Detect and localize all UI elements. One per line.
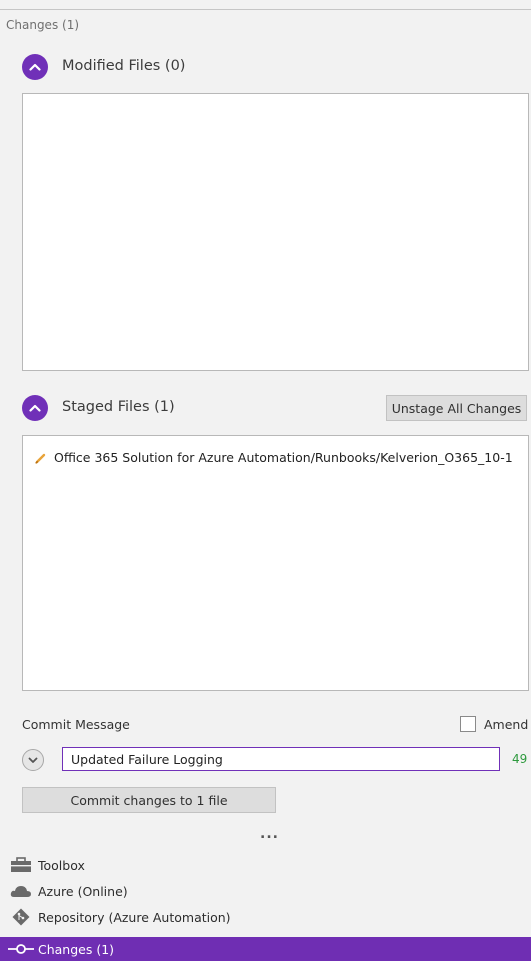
pencil-icon xyxy=(35,452,47,464)
expand-commit-button[interactable] xyxy=(22,749,44,771)
toolbox-icon xyxy=(6,857,36,873)
nav-item-changes[interactable]: Changes (1) xyxy=(0,937,531,961)
commit-icon xyxy=(6,943,36,955)
nav-item-repository[interactable]: Repository (Azure Automation) xyxy=(0,905,531,929)
amend-label: Amend xyxy=(484,717,529,732)
amend-checkbox[interactable] xyxy=(460,716,476,732)
nav-item-toolbox[interactable]: Toolbox xyxy=(0,853,531,877)
staged-files-list[interactable]: Office 365 Solution for Azure Automation… xyxy=(22,435,529,691)
chevron-up-icon xyxy=(29,404,41,412)
remaining-characters: 49 xyxy=(512,752,528,766)
staged-files-title: Staged Files (1) xyxy=(62,399,175,415)
changes-panel: Changes (1) Modified Files (0) Staged Fi… xyxy=(0,0,531,961)
nav-item-azure[interactable]: Azure (Online) xyxy=(0,879,531,903)
chevron-up-icon xyxy=(29,63,41,71)
commit-message-label: Commit Message xyxy=(22,717,130,732)
divider xyxy=(0,9,531,10)
panel-title: Changes (1) xyxy=(6,18,80,32)
nav-label-azure: Azure (Online) xyxy=(38,883,128,899)
commit-message-input[interactable] xyxy=(62,747,500,771)
more-options-button[interactable]: ... xyxy=(260,826,279,842)
staged-file-path: Office 365 Solution for Azure Automation… xyxy=(54,450,513,465)
nav-label-repository: Repository (Azure Automation) xyxy=(38,909,231,925)
modified-files-list[interactable] xyxy=(22,93,529,371)
nav-label-toolbox: Toolbox xyxy=(38,857,85,873)
modified-files-title: Modified Files (0) xyxy=(62,58,186,74)
cloud-icon xyxy=(6,884,36,898)
collapse-modified-button[interactable] xyxy=(22,54,48,80)
chevron-down-icon xyxy=(28,757,38,763)
unstage-all-button[interactable]: Unstage All Changes xyxy=(386,395,527,421)
git-icon xyxy=(6,908,36,926)
collapse-staged-button[interactable] xyxy=(22,395,48,421)
nav-label-changes: Changes (1) xyxy=(38,941,115,957)
list-item[interactable]: Office 365 Solution for Azure Automation… xyxy=(35,450,513,465)
commit-button[interactable]: Commit changes to 1 file xyxy=(22,787,276,813)
